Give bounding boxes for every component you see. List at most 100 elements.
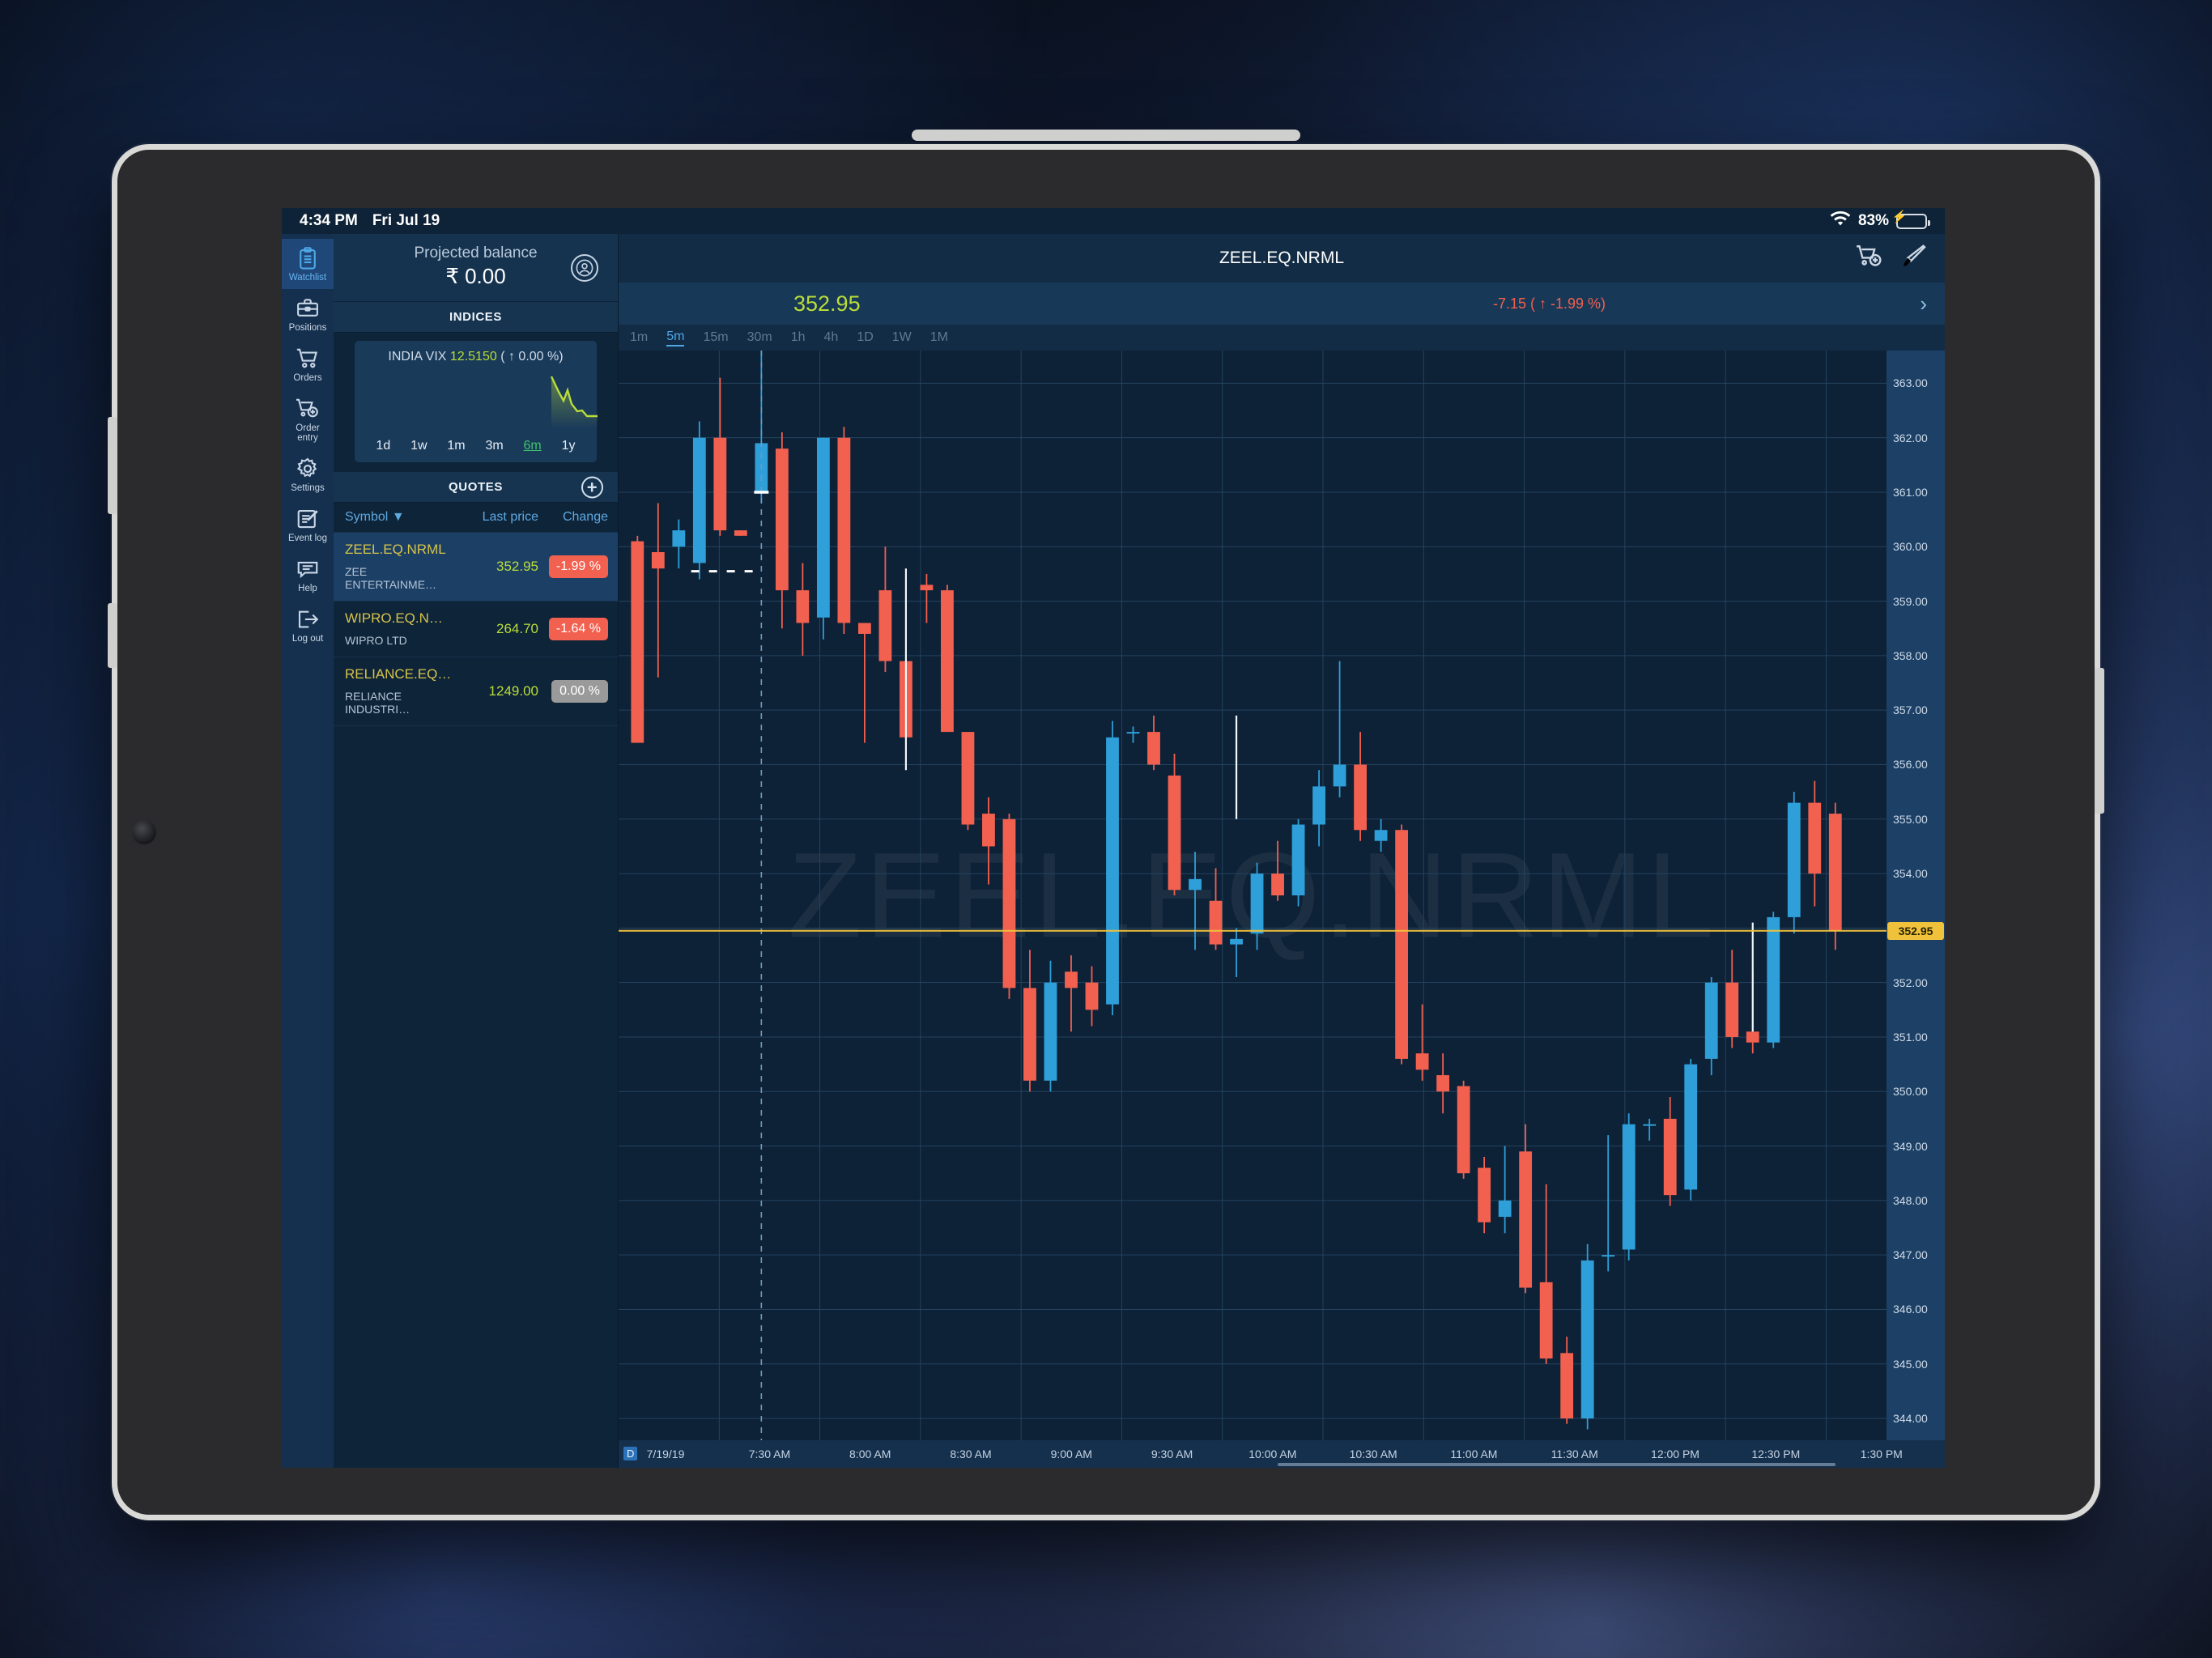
battery-charging-icon: ⚡ xyxy=(1892,210,1930,229)
tab-1D[interactable]: 1D xyxy=(857,330,873,345)
chart-price-bar: 352.95 -7.15 ( ↑ -1.99 %) › xyxy=(619,283,1945,325)
price-tick: 359.00 xyxy=(1893,594,1928,608)
quote-change-badge: 0.00 % xyxy=(551,679,608,703)
chart-horizontal-scrollbar[interactable] xyxy=(1278,1463,1836,1466)
range-6m[interactable]: 6m xyxy=(524,439,542,453)
page-title: ZEEL.EQ.NRML xyxy=(1219,249,1345,267)
price-tick: 350.00 xyxy=(1893,1085,1928,1099)
timeframe-tabs: 1m 5m 15m 30m 1h 4h 1D 1W 1M xyxy=(619,325,1945,351)
quote-company-name: RELIANCE INDUSTRI… xyxy=(345,690,410,716)
brush-icon[interactable] xyxy=(1899,243,1927,274)
price-tick: 356.00 xyxy=(1893,758,1928,772)
tab-15m[interactable]: 15m xyxy=(703,330,728,345)
quote-change-badge: -1.64 % xyxy=(548,617,608,640)
tab-5m[interactable]: 5m xyxy=(666,329,685,346)
index-sparkline xyxy=(550,376,598,428)
clipboard-icon xyxy=(296,246,320,270)
sidebar-nav: Watchlist Positions Orders Order entry S… xyxy=(282,234,334,1468)
expand-chevron-icon[interactable]: › xyxy=(1920,291,1927,317)
price-tick: 348.00 xyxy=(1893,1193,1928,1207)
index-name: INDIA VIX xyxy=(388,350,447,363)
sidebar-item-help[interactable]: Help xyxy=(282,550,334,600)
range-1y[interactable]: 1y xyxy=(562,439,576,453)
sidebar-item-label: Log out xyxy=(291,634,324,644)
front-camera xyxy=(132,820,156,844)
time-tick: 8:00 AM xyxy=(849,1448,891,1460)
quote-last-price: 352.95 xyxy=(496,558,538,574)
chart-header: ZEEL.EQ.NRML xyxy=(619,234,1945,283)
power-button[interactable] xyxy=(108,417,117,514)
chart-last-price: 352.95 xyxy=(793,291,861,316)
time-tick: 1:30 PM xyxy=(1860,1448,1903,1460)
side-button-right[interactable] xyxy=(2095,668,2104,814)
chart-panel: ZEEL.EQ.NRML 352.95 -7.15 ( ↑ -1.99 %) › xyxy=(619,234,1945,1468)
quote-row-zeel[interactable]: ZEEL.EQ.NRML ZEE ENTERTAINME… 352.95 -1.… xyxy=(334,533,618,602)
index-range-tabs: 1d 1w 1m 3m 6m 1y xyxy=(355,439,597,462)
column-change[interactable]: Change xyxy=(538,510,608,525)
quote-row-wipro[interactable]: WIPRO.EQ.N… WIPRO LTD 264.70 -1.64 % xyxy=(334,602,618,657)
sidebar-item-log-out[interactable]: Log out xyxy=(282,600,334,650)
quotes-column-header: Symbol ▼ Last price Change xyxy=(334,503,618,533)
candlestick-plot[interactable]: ZEEL.EQ.NRML xyxy=(619,351,1887,1440)
briefcase-icon xyxy=(296,296,320,321)
index-value: 12.5150 xyxy=(449,350,497,363)
sidebar-item-watchlist[interactable]: Watchlist xyxy=(282,239,334,289)
quotes-header-bar: QUOTES + xyxy=(334,472,618,503)
tab-1h[interactable]: 1h xyxy=(791,330,806,345)
quote-symbol: WIPRO.EQ.N… xyxy=(345,610,443,626)
plus-circle-icon[interactable]: + xyxy=(581,476,603,498)
balance-label: Projected balance xyxy=(414,244,538,261)
user-circle-icon[interactable] xyxy=(571,253,598,282)
quote-symbol: ZEEL.EQ.NRML xyxy=(345,542,446,557)
time-tick: 9:30 AM xyxy=(1151,1448,1193,1460)
cart-plus-icon xyxy=(296,397,320,421)
note-pencil-icon xyxy=(296,507,320,531)
projected-balance-card: Projected balance ₹ 0.00 xyxy=(334,234,618,302)
time-tick: 9:00 AM xyxy=(1050,1448,1092,1460)
status-time: 4:34 PM xyxy=(300,212,358,229)
cart-plus-icon[interactable] xyxy=(1856,243,1883,274)
battery-percent: 83% xyxy=(1857,212,1889,229)
quote-row-reliance[interactable]: RELIANCE.EQ… RELIANCE INDUSTRI… 1249.00 … xyxy=(334,657,618,726)
indices-header: INDICES xyxy=(334,302,618,333)
range-1m[interactable]: 1m xyxy=(447,439,465,453)
index-title: INDIA VIX 12.5150 ( ↑ 0.00 %) xyxy=(355,350,597,364)
price-tick: 362.00 xyxy=(1893,431,1928,444)
column-last-price[interactable]: Last price xyxy=(461,510,538,525)
sidebar-item-orders[interactable]: Orders xyxy=(282,339,334,389)
column-symbol[interactable]: Symbol ▼ xyxy=(345,510,461,525)
tab-4h[interactable]: 4h xyxy=(824,330,839,345)
sidebar-item-label: Settings xyxy=(291,483,325,493)
index-card-india-vix[interactable]: INDIA VIX 12.5150 ( ↑ 0.00 %) 1d 1w 1m 3… xyxy=(355,341,598,462)
sidebar-item-event-log[interactable]: Event log xyxy=(282,500,334,550)
range-1w[interactable]: 1w xyxy=(410,439,427,453)
price-tick: 357.00 xyxy=(1893,704,1928,717)
sort-desc-icon: ▼ xyxy=(391,510,405,524)
sidebar-item-order-entry[interactable]: Order entry xyxy=(282,389,334,449)
index-change: ( ↑ 0.00 %) xyxy=(500,350,564,363)
time-tick: 10:30 AM xyxy=(1349,1448,1397,1460)
column-symbol-label: Symbol xyxy=(345,510,389,524)
quote-symbol: RELIANCE.EQ… xyxy=(345,666,452,682)
sidebar-item-positions[interactable]: Positions xyxy=(282,289,334,339)
sidebar-item-label: Event log xyxy=(288,534,327,543)
time-tick: 7/19/19 xyxy=(646,1448,685,1460)
price-axis[interactable]: 363.00 362.00 361.00 360.00 359.00 358.00 357.… xyxy=(1887,351,1945,1440)
balance-value: ₹ 0.00 xyxy=(445,264,506,288)
sidebar-item-label: Orders xyxy=(293,373,322,383)
sidebar-item-settings[interactable]: Settings xyxy=(282,449,334,500)
volume-button[interactable] xyxy=(108,603,117,668)
logout-icon xyxy=(296,607,320,631)
price-tick: 347.00 xyxy=(1893,1248,1928,1262)
time-tick: 11:30 AM xyxy=(1551,1448,1598,1460)
tab-30m[interactable]: 30m xyxy=(747,330,772,345)
range-3m[interactable]: 3m xyxy=(485,439,503,453)
tab-1W[interactable]: 1W xyxy=(892,330,912,345)
tab-1M[interactable]: 1M xyxy=(930,330,948,345)
tab-1m[interactable]: 1m xyxy=(630,330,648,345)
time-tick: 12:00 PM xyxy=(1651,1448,1699,1460)
range-1d[interactable]: 1d xyxy=(376,439,390,453)
time-tick: 10:00 AM xyxy=(1249,1448,1297,1460)
status-date: Fri Jul 19 xyxy=(372,212,440,229)
time-axis[interactable]: D 7/19/19 7:30 AM 8:00 AM 8:30 AM 9:00 AM 9:3… xyxy=(619,1440,1945,1468)
